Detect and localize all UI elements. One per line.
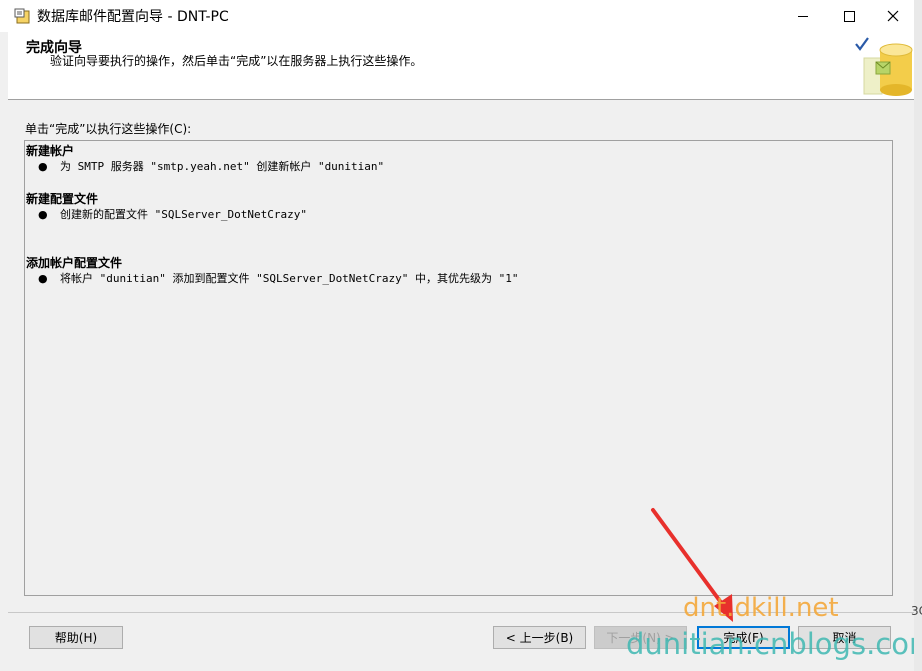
watermark-bottom: dunitian.cnblogs.com xyxy=(626,627,922,661)
close-icon xyxy=(887,10,899,22)
maximize-button[interactable] xyxy=(826,0,872,32)
section-item: ● 为 SMTP 服务器 "smtp.yeah.net" 创建新帐户 "dunit… xyxy=(38,159,384,174)
database-mail-icon xyxy=(855,37,913,96)
minimize-button[interactable] xyxy=(780,0,826,32)
section-item-text: 为 SMTP 服务器 "smtp.yeah.net" 创建新帐户 "duniti… xyxy=(60,160,385,173)
title-bar[interactable]: 数据库邮件配置向导 - DNT-PC xyxy=(0,0,914,32)
actions-summary-box[interactable]: 新建帐户 ● 为 SMTP 服务器 "smtp.yeah.net" 创建新帐户 "… xyxy=(24,140,893,596)
section-item-text: 创建新的配置文件 "SQLServer_DotNetCrazy" xyxy=(60,208,307,221)
bullet-icon: ● xyxy=(38,160,48,173)
window-title: 数据库邮件配置向导 - DNT-PC xyxy=(37,9,229,25)
section-item-text: 将帐户 "dunitian" 添加到配置文件 "SQLServer_DotNet… xyxy=(60,272,519,285)
section-item: ● 创建新的配置文件 "SQLServer_DotNetCrazy" xyxy=(38,207,307,222)
wizard-app-icon xyxy=(14,8,30,24)
section-new-profile: 新建配置文件 ● 创建新的配置文件 "SQLServer_DotNetCrazy" xyxy=(26,191,307,222)
wizard-header: 完成向导 验证向导要执行的操作，然后单击“完成”以在服务器上执行这些操作。 xyxy=(8,32,914,100)
section-new-account: 新建帐户 ● 为 SMTP 服务器 "smtp.yeah.net" 创建新帐户 "… xyxy=(26,143,384,174)
instruction-label: 单击“完成”以执行这些操作(C): xyxy=(25,122,192,136)
section-heading: 添加帐户配置文件 xyxy=(26,256,123,270)
section-heading: 新建帐户 xyxy=(26,144,75,158)
maximize-icon xyxy=(843,10,855,22)
bullet-icon: ● xyxy=(38,272,48,285)
section-heading: 新建配置文件 xyxy=(26,192,99,206)
section-item: ● 将帐户 "dunitian" 添加到配置文件 "SQLServer_DotNe… xyxy=(38,271,519,286)
watermark-top: dnt.dkill.net xyxy=(683,593,839,623)
section-add-account-profile: 添加帐户配置文件 ● 将帐户 "dunitian" 添加到配置文件 "SQLSer… xyxy=(26,255,519,286)
edge-text: 3C xyxy=(911,604,922,618)
page-description: 验证向导要执行的操作，然后单击“完成”以在服务器上执行这些操作。 xyxy=(50,54,423,68)
close-button[interactable] xyxy=(870,0,916,32)
minimize-icon xyxy=(798,15,808,17)
background-strip xyxy=(914,0,922,671)
wizard-window: 数据库邮件配置向导 - DNT-PC 完成向导 验证向导要执行的操作，然后单击“… xyxy=(0,0,922,671)
help-button[interactable]: 帮助(H) xyxy=(29,626,123,649)
back-button[interactable]: < 上一步(B) xyxy=(493,626,586,649)
bullet-icon: ● xyxy=(38,208,48,221)
